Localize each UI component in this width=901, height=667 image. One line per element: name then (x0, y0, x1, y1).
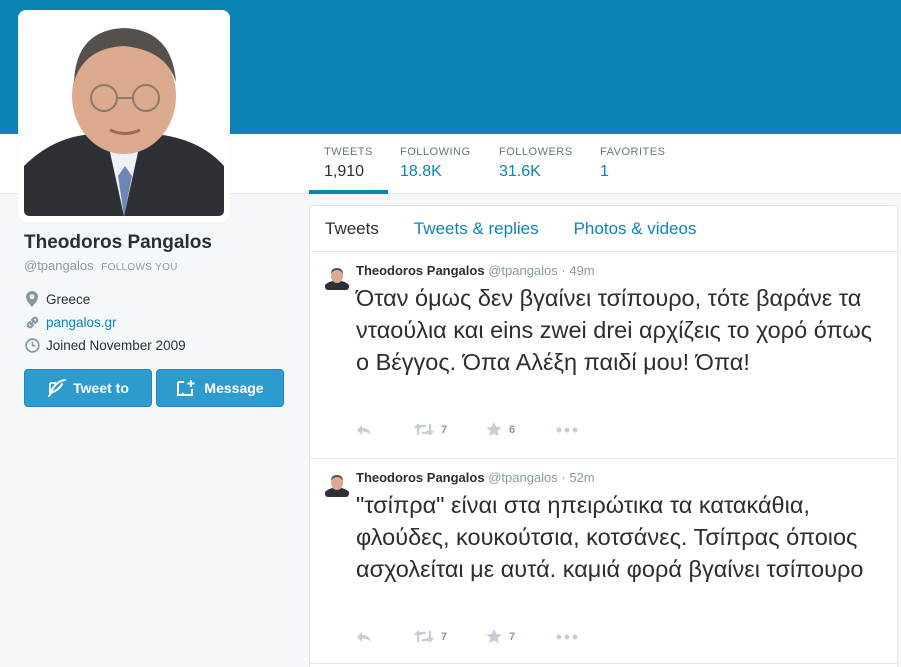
profile-website: pangalos.gr (24, 314, 117, 330)
reply-icon (357, 631, 371, 642)
stat-tweets[interactable]: TWEETS 1,910 (309, 144, 388, 194)
star-icon (486, 422, 502, 437)
tweet-author-name[interactable]: Theodoros Pangalos (356, 470, 485, 485)
stat-favorites[interactable]: FAVORITES 1 (600, 144, 665, 194)
link-icon (24, 314, 40, 330)
location-pin-icon (24, 291, 40, 307)
retweet-button[interactable]: 7 (414, 630, 486, 643)
tweet-actions: 7 7 (356, 629, 578, 644)
tweet-text: Όταν όμως δεν βγαίνει τσίπουρο, τότε βαρ… (356, 285, 872, 375)
follows-you-badge: FOLLOWS YOU (101, 262, 178, 273)
retweet-button[interactable]: 7 (414, 423, 486, 436)
tweet-author-handle[interactable]: @tpangalos (488, 263, 558, 278)
reply-icon (357, 424, 371, 435)
profile-handle-row: @tpangalos FOLLOWS YOU (24, 258, 178, 273)
reply-button[interactable] (356, 424, 414, 436)
quill-icon (48, 379, 67, 397)
tweet-timestamp[interactable]: · 49m (561, 263, 594, 278)
stat-tweets-label: TWEETS (324, 146, 373, 158)
tweet-author-handle[interactable]: @tpangalos (488, 470, 558, 485)
tab-photos-videos[interactable]: Photos & videos (574, 219, 697, 239)
joined-text: Joined November 2009 (46, 337, 186, 353)
favorite-count: 6 (509, 423, 516, 436)
calendar-clock-icon (24, 337, 40, 353)
tweet-to-label: Tweet to (73, 380, 129, 396)
favorite-button[interactable]: 6 (486, 422, 556, 437)
retweet-count: 7 (441, 423, 448, 436)
tweet-actions: 7 6 (356, 422, 578, 437)
stat-favorites-label: FAVORITES (600, 146, 666, 158)
website-link[interactable]: pangalos.gr (46, 315, 117, 330)
retweet-icon (414, 423, 434, 436)
tweet-avatar[interactable] (325, 266, 349, 290)
message-icon (177, 380, 195, 396)
stat-followers[interactable]: FOLLOWERS 31.6K (499, 144, 573, 194)
profile-avatar-frame[interactable] (18, 10, 230, 222)
retweet-count: 7 (441, 630, 448, 643)
more-button[interactable] (556, 427, 578, 433)
stat-following[interactable]: FOLLOWING 18.8K (400, 144, 471, 194)
profile-handle[interactable]: @tpangalos (24, 258, 94, 273)
profile-name[interactable]: Theodoros Pangalos (24, 232, 212, 254)
reply-button[interactable] (356, 631, 414, 643)
retweet-icon (414, 630, 434, 643)
stat-followers-label: FOLLOWERS (499, 146, 573, 158)
message-label: Message (204, 380, 264, 396)
tweet-avatar[interactable] (325, 473, 349, 497)
tab-tweets[interactable]: Tweets (325, 219, 379, 239)
profile-location: Greece (24, 291, 90, 307)
tweet-header: Theodoros Pangalos @tpangalos · 52m (356, 470, 595, 485)
tweet-to-button[interactable]: Tweet to (24, 369, 152, 407)
tweet-timestamp[interactable]: · 52m (561, 470, 594, 485)
timeline: Tweets Tweets & replies Photos & videos … (309, 205, 898, 667)
profile-joined: Joined November 2009 (24, 337, 186, 353)
tweet-header: Theodoros Pangalos @tpangalos · 49m (356, 263, 595, 278)
star-icon (486, 629, 502, 644)
more-button[interactable] (556, 634, 578, 640)
more-dots-icon (556, 427, 578, 432)
tweet-author-name[interactable]: Theodoros Pangalos (356, 263, 485, 278)
favorite-button[interactable]: 7 (486, 629, 556, 644)
stat-tweets-value: 1,910 (324, 163, 365, 180)
stat-following-label: FOLLOWING (400, 146, 471, 158)
favorite-count: 7 (509, 630, 516, 643)
tab-tweets-replies[interactable]: Tweets & replies (414, 219, 539, 239)
avatar (24, 16, 224, 216)
tweet-item[interactable]: Theodoros Pangalos @tpangalos · 49m Όταν… (310, 252, 897, 459)
tweet-text: "τσίπρα" είναι στα ηπειρώτικα τα κατακάθ… (356, 492, 864, 582)
location-text: Greece (46, 291, 91, 307)
tweet-item[interactable]: Theodoros Pangalos @tpangalos · 52m "τσί… (310, 459, 897, 664)
message-button[interactable]: Message (156, 369, 284, 407)
stat-following-value: 18.8K (400, 163, 442, 180)
more-dots-icon (556, 634, 578, 639)
stat-favorites-value: 1 (600, 163, 609, 180)
stat-followers-value: 31.6K (499, 163, 541, 180)
timeline-tabs: Tweets Tweets & replies Photos & videos (310, 206, 897, 252)
